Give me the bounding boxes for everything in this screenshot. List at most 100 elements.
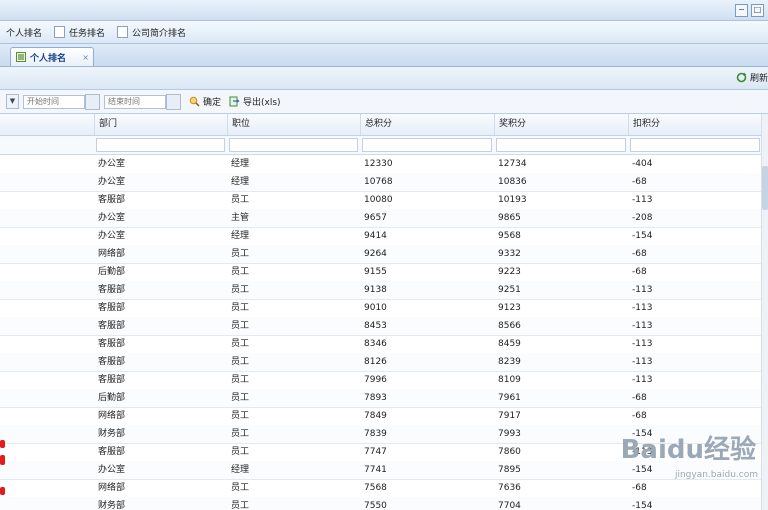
- menu-item-label: 任务排名: [69, 28, 106, 39]
- table-row[interactable]: 客服部 员工 8453 8566 -113: [0, 317, 762, 336]
- table-cell: -68: [632, 177, 647, 187]
- table-row[interactable]: 后勤部 员工 9155 9223 -68: [0, 263, 762, 282]
- export-label: 导出(xls): [243, 98, 281, 108]
- table-cell: 9010: [364, 303, 387, 313]
- table-cell: 8109: [498, 375, 521, 385]
- table-row[interactable]: 办公室 经理 12330 12734 -404: [0, 155, 762, 174]
- menu-item-task-rank[interactable]: 任务排名: [54, 26, 105, 39]
- filter-input[interactable]: [630, 138, 760, 152]
- close-icon[interactable]: ×: [82, 53, 89, 62]
- filter-row: [0, 136, 762, 155]
- table-cell: 网络部: [98, 249, 126, 259]
- calendar-icon[interactable]: [166, 93, 181, 110]
- doc-icon: [54, 26, 66, 38]
- table-cell: 经理: [231, 231, 250, 241]
- table-row[interactable]: 客服部 员工 8346 8459 -113: [0, 335, 762, 354]
- refresh-label: 刷新: [749, 74, 768, 84]
- menu-item-company-rank[interactable]: 公司简介排名: [117, 26, 186, 39]
- table-cell: 7849: [364, 411, 387, 421]
- table-cell: -113: [632, 195, 653, 205]
- table-cell: -68: [632, 411, 647, 421]
- table-row[interactable]: 办公室 经理 9414 9568 -154: [0, 227, 762, 246]
- end-date-input[interactable]: [104, 94, 166, 109]
- table-cell: 10193: [498, 195, 527, 205]
- column-header-deduct-points[interactable]: 扣积分: [628, 114, 762, 135]
- table-cell: 网络部: [98, 411, 126, 421]
- table-row[interactable]: 客服部 员工 10080 10193 -113: [0, 191, 762, 210]
- table-cell: 7839: [364, 429, 387, 439]
- chevron-down-icon[interactable]: ▼: [6, 94, 19, 109]
- table-cell: 9264: [364, 249, 387, 259]
- column-header-department[interactable]: 部门: [94, 114, 227, 135]
- table-cell: 12734: [498, 159, 527, 169]
- start-date-input[interactable]: [23, 94, 85, 109]
- table-cell: 7996: [364, 375, 387, 385]
- table-cell: 办公室: [98, 465, 126, 475]
- watermark-url: jingyan.baidu.com: [674, 470, 758, 480]
- filter-input[interactable]: [229, 138, 358, 152]
- table-cell: 8453: [364, 321, 387, 331]
- table-cell: 员工: [231, 483, 250, 493]
- table-cell: -154: [632, 231, 653, 241]
- table-cell: 9657: [364, 213, 387, 223]
- column-header-position[interactable]: 职位: [227, 114, 360, 135]
- table-cell: -68: [632, 483, 647, 493]
- scrollbar-thumb[interactable]: [762, 166, 768, 210]
- table-cell: 后勤部: [98, 393, 126, 403]
- table-cell: 9223: [498, 267, 521, 277]
- table-cell: 9332: [498, 249, 521, 259]
- vertical-scrollbar[interactable]: [761, 114, 768, 510]
- table-cell: 员工: [231, 267, 250, 277]
- table-row[interactable]: 后勤部 员工 7893 7961 -68: [0, 389, 762, 408]
- confirm-button[interactable]: 确定: [189, 95, 221, 108]
- table-row[interactable]: 办公室 主管 9657 9865 -208: [0, 209, 762, 228]
- red-mark: [0, 455, 5, 465]
- table-cell: 客服部: [98, 447, 126, 457]
- table-row[interactable]: 财务部 员工 7550 7704 -154: [0, 497, 762, 510]
- filter-input[interactable]: [96, 138, 225, 152]
- table-cell: 8459: [498, 339, 521, 349]
- table-cell: 8566: [498, 321, 521, 331]
- confirm-label: 确定: [203, 98, 222, 108]
- table-cell: 7704: [498, 501, 521, 510]
- filter-toolbar: ▼ 确定 导出(xls): [0, 90, 768, 114]
- table-cell: 9568: [498, 231, 521, 241]
- table-cell: 员工: [231, 447, 250, 457]
- table-cell: 8239: [498, 357, 521, 367]
- refresh-button[interactable]: 刷新: [736, 71, 768, 84]
- export-button[interactable]: 导出(xls): [229, 95, 281, 108]
- table-row[interactable]: 客服部 员工 9010 9123 -113: [0, 299, 762, 318]
- table-cell: 7961: [498, 393, 521, 403]
- menu-item-personal-rank[interactable]: 个人排名: [6, 26, 42, 39]
- table-cell: 12330: [364, 159, 393, 169]
- minimize-button[interactable]: −: [735, 4, 748, 17]
- table-cell: 办公室: [98, 213, 126, 223]
- tab-personal-rank[interactable]: 个人排名 ×: [10, 47, 94, 66]
- table-cell: 员工: [231, 321, 250, 331]
- table-row[interactable]: 网络部 员工 7849 7917 -68: [0, 407, 762, 426]
- table-row[interactable]: 网络部 员工 7568 7636 -68: [0, 479, 762, 498]
- maximize-button[interactable]: □: [751, 4, 764, 17]
- watermark-logo: Baidu经验: [620, 435, 756, 465]
- column-header-reward-points[interactable]: 奖积分: [494, 114, 628, 135]
- doc-icon: [117, 26, 129, 38]
- table-row[interactable]: 客服部 员工 7996 8109 -113: [0, 371, 762, 390]
- column-header-total-points[interactable]: 总积分: [360, 114, 494, 135]
- table-cell: 7741: [364, 465, 387, 475]
- calendar-icon[interactable]: [85, 93, 100, 110]
- table-row[interactable]: 网络部 员工 9264 9332 -68: [0, 245, 762, 264]
- table-cell: 9414: [364, 231, 387, 241]
- table-cell: -68: [632, 393, 647, 403]
- table-row[interactable]: 客服部 员工 9138 9251 -113: [0, 281, 762, 300]
- search-icon: [189, 96, 200, 107]
- table-row[interactable]: 办公室 经理 10768 10836 -68: [0, 173, 762, 192]
- table-cell: 客服部: [98, 285, 126, 295]
- table-cell: -113: [632, 303, 653, 313]
- table-cell: 9251: [498, 285, 521, 295]
- table-row[interactable]: 客服部 员工 8126 8239 -113: [0, 353, 762, 372]
- table-cell: 员工: [231, 429, 250, 439]
- table-cell: 7550: [364, 501, 387, 510]
- filter-input[interactable]: [362, 138, 492, 152]
- filter-input[interactable]: [496, 138, 626, 152]
- table-cell: 员工: [231, 501, 250, 510]
